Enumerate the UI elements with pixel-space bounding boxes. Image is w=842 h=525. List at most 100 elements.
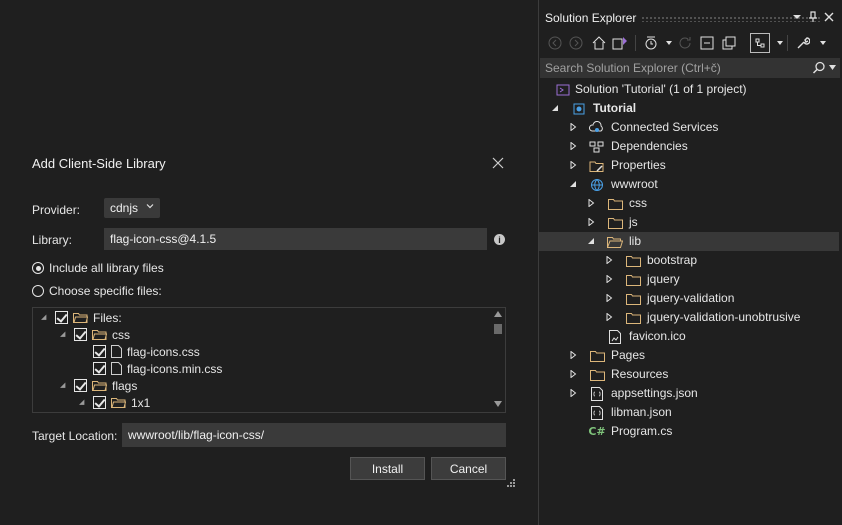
collapsed-triangle-icon[interactable]	[587, 218, 595, 226]
tree-scrollbar[interactable]	[491, 308, 505, 412]
node-label: Dependencies	[611, 139, 688, 153]
dropdown-arrow-icon[interactable]	[815, 35, 831, 51]
search-icon[interactable]	[812, 61, 826, 75]
dropdown-arrow-icon[interactable]	[829, 65, 836, 70]
folder-icon	[625, 272, 641, 287]
tree-node-jquery[interactable]: jquery	[539, 270, 839, 289]
choose-specific-label[interactable]: Choose specific files:	[49, 284, 162, 298]
expanded-triangle-icon[interactable]	[587, 237, 595, 245]
resize-grip-icon[interactable]	[505, 479, 515, 489]
collapsed-triangle-icon[interactable]	[587, 199, 595, 207]
tree-node-favicon[interactable]: favicon.ico	[539, 327, 839, 346]
checkbox[interactable]	[93, 362, 106, 375]
checkbox[interactable]	[93, 345, 106, 358]
collapsed-triangle-icon[interactable]	[605, 256, 613, 264]
collapsed-triangle-icon[interactable]	[569, 351, 577, 359]
tree-node-wwwroot[interactable]: wwwroot	[539, 175, 839, 194]
include-all-radio[interactable]	[32, 262, 44, 274]
tree-row-1x1[interactable]: ◢ 1x1	[79, 394, 150, 411]
provider-select[interactable]: cdnjs	[104, 198, 160, 218]
back-icon[interactable]	[547, 35, 563, 51]
tree-node-connected-services[interactable]: Connected Services	[539, 118, 839, 137]
folder-open-icon	[607, 234, 623, 249]
collapse-triangle-icon[interactable]: ◢	[41, 314, 49, 322]
collapsed-triangle-icon[interactable]	[569, 142, 577, 150]
tree-node-program-cs[interactable]: C# Program.cs	[539, 422, 839, 441]
tree-node-solution[interactable]: Solution 'Tutorial' (1 of 1 project)	[539, 80, 839, 99]
scrollbar-thumb[interactable]	[494, 324, 502, 334]
dropdown-arrow-icon[interactable]	[791, 11, 803, 23]
show-all-files-icon[interactable]	[721, 35, 737, 51]
collapsed-triangle-icon[interactable]	[569, 370, 577, 378]
checkbox[interactable]	[93, 396, 106, 409]
tree-label: 1x1	[131, 395, 151, 410]
scroll-up-icon[interactable]	[494, 311, 502, 317]
cancel-button[interactable]: Cancel	[431, 457, 506, 480]
sync-icon[interactable]	[677, 35, 693, 51]
collapsed-triangle-icon[interactable]	[569, 123, 577, 131]
expanded-triangle-icon[interactable]	[551, 104, 559, 112]
tree-node-bootstrap[interactable]: bootstrap	[539, 251, 839, 270]
collapse-triangle-icon[interactable]: ◢	[79, 399, 87, 407]
include-all-label[interactable]: Include all library files	[49, 261, 164, 275]
checkbox[interactable]	[74, 379, 87, 392]
tree-node-jquery-validation-unobtrusive[interactable]: jquery-validation-unobtrusive	[539, 308, 839, 327]
tree-row-flag-icons-css[interactable]: flag-icons.css	[93, 343, 200, 360]
tree-node-pages[interactable]: Pages	[539, 346, 839, 365]
tree-node-js[interactable]: js	[539, 213, 839, 232]
target-location-input[interactable]: wwwroot/lib/flag-icon-css/	[122, 423, 506, 447]
collapsed-triangle-icon[interactable]	[569, 389, 577, 397]
collapsed-triangle-icon[interactable]	[605, 294, 613, 302]
close-icon[interactable]	[823, 11, 835, 23]
pin-icon[interactable]	[807, 11, 819, 23]
collapsed-triangle-icon[interactable]	[569, 161, 577, 169]
tree-label: flag-icons.min.css	[127, 361, 223, 376]
library-input[interactable]: flag-icon-css@4.1.5	[104, 228, 487, 250]
collapse-triangle-icon[interactable]: ◢	[60, 382, 68, 390]
dropdown-arrow-icon[interactable]	[661, 35, 677, 51]
folder-icon	[589, 367, 605, 382]
chevron-down-icon	[146, 204, 154, 209]
collapse-all-icon[interactable]	[699, 35, 715, 51]
solution-explorer-toolbar	[539, 30, 842, 56]
scroll-down-icon[interactable]	[494, 401, 502, 407]
image-file-icon	[607, 329, 623, 344]
preview-selected-items-icon[interactable]	[750, 33, 770, 53]
tree-node-css[interactable]: css	[539, 194, 839, 213]
close-icon[interactable]	[490, 155, 506, 171]
tree-node-appsettings[interactable]: appsettings.json	[539, 384, 839, 403]
tree-node-lib[interactable]: lib	[539, 232, 839, 251]
choose-specific-radio[interactable]	[32, 285, 44, 297]
collapsed-triangle-icon[interactable]	[605, 313, 613, 321]
toolbar-separator	[787, 35, 788, 51]
tree-node-properties[interactable]: Properties	[539, 156, 839, 175]
collapsed-triangle-icon[interactable]	[605, 275, 613, 283]
folder-icon	[607, 196, 623, 211]
switch-views-icon[interactable]	[612, 35, 628, 51]
folder-icon	[625, 291, 641, 306]
checkbox[interactable]	[55, 311, 68, 324]
tree-row-flags[interactable]: ◢ flags	[60, 377, 137, 394]
collapse-triangle-icon[interactable]: ◢	[60, 331, 68, 339]
csharp-icon: C#	[588, 425, 606, 438]
folder-icon	[625, 310, 641, 325]
tree-node-dependencies[interactable]: Dependencies	[539, 137, 839, 156]
info-icon[interactable]: i	[494, 234, 505, 245]
forward-icon[interactable]	[568, 35, 584, 51]
expanded-triangle-icon[interactable]	[569, 180, 577, 188]
tree-node-libman[interactable]: libman.json	[539, 403, 839, 422]
tree-node-tutorial[interactable]: Tutorial	[539, 99, 839, 118]
install-button[interactable]: Install	[350, 457, 425, 480]
home-icon[interactable]	[591, 35, 607, 51]
tree-row-css[interactable]: ◢ css	[60, 326, 130, 343]
file-tree: ◢ Files: ◢ css flag-icons.css flag-icons…	[32, 307, 506, 413]
solution-explorer-search[interactable]: Search Solution Explorer (Ctrl+č)	[540, 58, 840, 78]
tree-row-flag-icons-min-css[interactable]: flag-icons.min.css	[93, 360, 222, 377]
wrench-icon[interactable]	[795, 35, 811, 51]
tree-row-files[interactable]: ◢ Files:	[41, 309, 122, 326]
dropdown-arrow-icon[interactable]	[772, 35, 788, 51]
tree-node-resources[interactable]: Resources	[539, 365, 839, 384]
pending-changes-filter-icon[interactable]	[643, 35, 659, 51]
tree-node-jquery-validation[interactable]: jquery-validation	[539, 289, 839, 308]
checkbox[interactable]	[74, 328, 87, 341]
